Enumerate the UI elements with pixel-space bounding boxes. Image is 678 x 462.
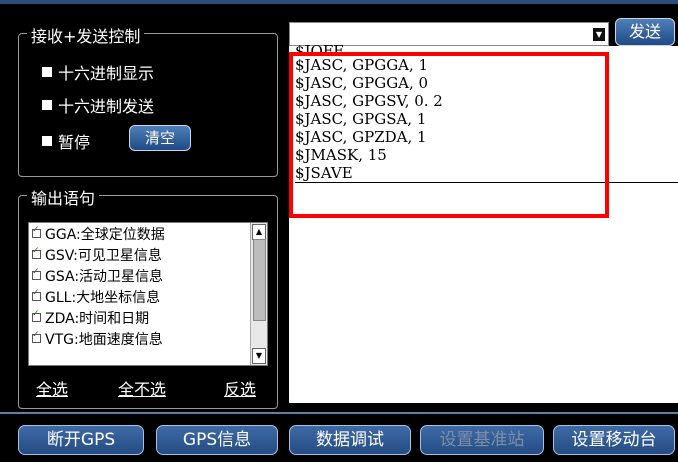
checkbox-square-icon xyxy=(42,136,52,146)
invert-selection-link[interactable]: 反选 xyxy=(224,376,256,400)
list-item[interactable]: GLL:大地坐标信息 xyxy=(29,286,267,307)
output-group-legend: 输出语句 xyxy=(27,185,100,209)
scroll-up-arrow-icon[interactable]: ▲ xyxy=(252,224,266,240)
list-item[interactable]: ZDA:时间和日期 xyxy=(29,307,267,328)
checkbox-square-icon xyxy=(42,100,52,110)
list-item-label: GSA:活动卫星信息 xyxy=(45,268,164,285)
list-item[interactable]: GSV:可见卫星信息 xyxy=(29,244,267,265)
pause-checkbox[interactable]: 暂停 xyxy=(42,129,90,153)
list-item-label: GSV:可见卫星信息 xyxy=(45,247,162,264)
checked-box-icon xyxy=(32,246,41,259)
list-item[interactable]: VTG:地面速度信息 xyxy=(29,328,267,349)
hex-send-checkbox[interactable]: 十六进制发送 xyxy=(42,93,154,117)
checkbox-square-icon xyxy=(42,67,52,77)
list-item-label: GGA:全球定位数据 xyxy=(45,226,165,243)
checked-box-icon xyxy=(32,330,41,343)
disconnect-gps-button[interactable]: 断开GPS xyxy=(18,425,144,455)
checked-box-icon xyxy=(32,267,41,280)
sentence-list[interactable]: GGA:全球定位数据 GSV:可见卫星信息 GSA:活动卫星信息 GLL:大地坐… xyxy=(28,222,268,366)
pause-label: 暂停 xyxy=(58,133,91,152)
gps-info-button[interactable]: GPS信息 xyxy=(156,425,278,455)
list-item[interactable]: GSA:活动卫星信息 xyxy=(29,265,267,286)
checked-box-icon xyxy=(32,288,41,301)
scroll-down-arrow-icon[interactable]: ▼ xyxy=(252,348,266,364)
list-item[interactable]: GGA:全球定位数据 xyxy=(29,223,267,244)
hex-send-label: 十六进制发送 xyxy=(58,97,155,116)
clear-button[interactable]: 清空 xyxy=(129,125,191,151)
top-strip xyxy=(0,0,678,4)
control-group-legend: 接收+发送控制 xyxy=(27,23,145,47)
list-item-label: ZDA:时间和日期 xyxy=(45,310,150,327)
list-item-label: VTG:地面速度信息 xyxy=(45,331,163,348)
dropdown-arrow-icon[interactable]: ▼ xyxy=(593,28,605,41)
checked-box-icon xyxy=(32,309,41,322)
set-rover-button[interactable]: 设置移动台 xyxy=(553,425,675,455)
bottom-divider xyxy=(0,412,678,414)
set-base-station-button[interactable]: 设置基准站 xyxy=(420,425,544,455)
select-all-link[interactable]: 全选 xyxy=(36,376,68,400)
highlight-box xyxy=(289,52,609,218)
data-debug-button[interactable]: 数据调试 xyxy=(289,425,411,455)
list-scrollbar[interactable]: ▲ ▼ xyxy=(250,223,267,365)
checked-box-icon xyxy=(32,225,41,238)
hex-display-label: 十六进制显示 xyxy=(58,64,155,83)
select-none-link[interactable]: 全不选 xyxy=(118,376,166,400)
hex-display-checkbox[interactable]: 十六进制显示 xyxy=(42,60,154,84)
scroll-thumb[interactable] xyxy=(253,239,266,321)
list-item-label: GLL:大地坐标信息 xyxy=(45,289,161,306)
